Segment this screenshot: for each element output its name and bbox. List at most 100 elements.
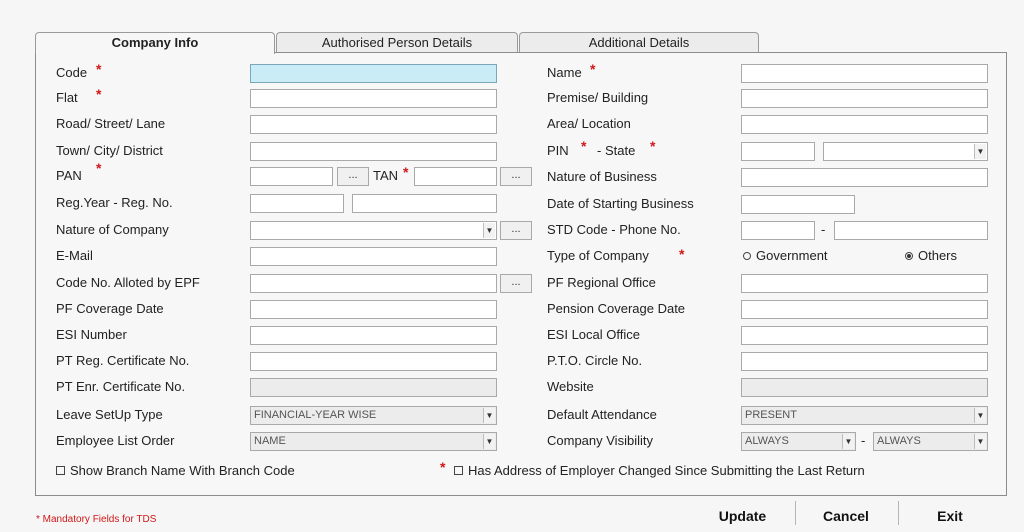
flat-label: Flat [56,90,78,105]
show-branch-checkbox[interactable]: Show Branch Name With Branch Code [56,463,295,478]
code-epf-label: Code No. Alloted by EPF [56,275,200,290]
others-radio[interactable]: Others [905,248,957,263]
required-marker: * [590,61,596,77]
required-marker: * [581,138,587,154]
email-label: E-Mail [56,248,93,263]
flat-field[interactable] [250,89,497,108]
employee-list-order-value: NAME [254,435,286,447]
nature-of-company-lookup-button[interactable]: ... [500,221,532,240]
esi-local-office-field[interactable] [741,326,988,345]
date-starting-business-field[interactable] [741,195,855,214]
website-label: Website [547,379,594,394]
email-field[interactable] [250,247,497,266]
town-label: Town/ City/ District [56,143,163,158]
show-branch-label: Show Branch Name With Branch Code [70,463,295,478]
pto-circle-field[interactable] [741,352,988,371]
checkbox-icon [56,466,65,476]
reg-year-label: Reg.Year - Reg. No. [56,195,173,210]
button-divider [898,501,899,525]
government-label: Government [756,248,828,263]
pt-enr-field[interactable] [250,378,497,397]
required-marker: * [440,459,446,475]
default-attendance-value: PRESENT [745,409,797,421]
code-epf-lookup-button[interactable]: ... [500,274,532,293]
road-field[interactable] [250,115,497,134]
leave-setup-label: Leave SetUp Type [56,407,163,422]
chevron-down-icon: ▼ [974,408,986,423]
cancel-button[interactable]: Cancel [805,500,887,525]
town-field[interactable] [250,142,497,161]
others-label: Others [918,248,958,263]
required-marker: * [96,61,102,77]
reg-no-field[interactable] [352,194,497,213]
address-changed-checkbox[interactable]: Has Address of Employer Changed Since Su… [454,463,865,478]
tab-company-info[interactable]: Company Info [35,32,275,54]
default-attendance-select[interactable]: PRESENT ▼ [741,406,988,425]
pension-coverage-label: Pension Coverage Date [547,301,686,316]
premise-field[interactable] [741,89,988,108]
employee-list-order-label: Employee List Order [56,433,175,448]
tan-field[interactable] [414,167,497,186]
date-starting-business-label: Date of Starting Business [547,196,694,211]
code-field[interactable] [250,64,497,83]
update-button[interactable]: Update [700,500,785,525]
pan-lookup-button[interactable]: ... [337,167,369,186]
required-marker: * [650,138,656,154]
tab-authorised-person-details[interactable]: Authorised Person Details [276,32,518,52]
nature-of-business-label: Nature of Business [547,169,657,184]
exit-button[interactable]: Exit [910,500,990,525]
pt-enr-label: PT Enr. Certificate No. [56,379,186,394]
mandatory-footnote: * Mandatory Fields for TDS [36,514,157,525]
website-field[interactable] [741,378,988,397]
chevron-down-icon: ▼ [483,223,495,238]
nature-of-company-label: Nature of Company [56,222,169,237]
pan-label: PAN [56,168,82,183]
phone-separator: - [821,222,826,237]
company-visibility-value-2: ALWAYS [877,435,921,447]
std-code-field[interactable] [741,221,815,240]
pension-coverage-field[interactable] [741,300,988,319]
pan-field[interactable] [250,167,333,186]
pf-regional-office-label: PF Regional Office [547,275,656,290]
reg-year-field[interactable] [250,194,344,213]
pto-circle-label: P.T.O. Circle No. [547,353,643,368]
esi-number-field[interactable] [250,326,497,345]
pf-coverage-field[interactable] [250,300,497,319]
leave-setup-select[interactable]: FINANCIAL-YEAR WISE ▼ [250,406,497,425]
company-visibility-select-2[interactable]: ALWAYS ▼ [873,432,988,451]
pt-reg-field[interactable] [250,352,497,371]
state-select[interactable]: ▼ [823,142,988,161]
button-divider [795,501,796,525]
radio-icon [743,251,751,260]
chevron-down-icon: ▼ [974,434,986,449]
nature-of-company-select[interactable]: ▼ [250,221,497,240]
company-visibility-select-1[interactable]: ALWAYS ▼ [741,432,856,451]
pin-field[interactable] [741,142,815,161]
visibility-separator: - [861,433,866,448]
road-label: Road/ Street/ Lane [56,116,166,131]
pf-coverage-label: PF Coverage Date [56,301,164,316]
tan-lookup-button[interactable]: ... [500,167,532,186]
type-of-company-label: Type of Company [547,248,649,263]
tan-label: TAN [373,168,399,183]
government-radio[interactable]: Government [743,248,828,263]
state-label: - State [597,143,636,158]
radio-selected-icon [905,251,913,260]
code-epf-field[interactable] [250,274,497,293]
area-label: Area/ Location [547,116,631,131]
default-attendance-label: Default Attendance [547,407,657,422]
company-visibility-value-1: ALWAYS [745,435,789,447]
checkbox-icon [454,466,463,476]
chevron-down-icon: ▼ [483,408,495,423]
pf-regional-office-field[interactable] [741,274,988,293]
area-field[interactable] [741,115,988,134]
name-field[interactable] [741,64,988,83]
esi-local-office-label: ESI Local Office [547,327,640,342]
chevron-down-icon: ▼ [974,144,986,159]
employee-list-order-select[interactable]: NAME ▼ [250,432,497,451]
chevron-down-icon: ▼ [483,434,495,449]
nature-of-business-field[interactable] [741,168,988,187]
tab-additional-details[interactable]: Additional Details [519,32,759,52]
phone-field[interactable] [834,221,988,240]
company-visibility-label: Company Visibility [547,433,653,448]
